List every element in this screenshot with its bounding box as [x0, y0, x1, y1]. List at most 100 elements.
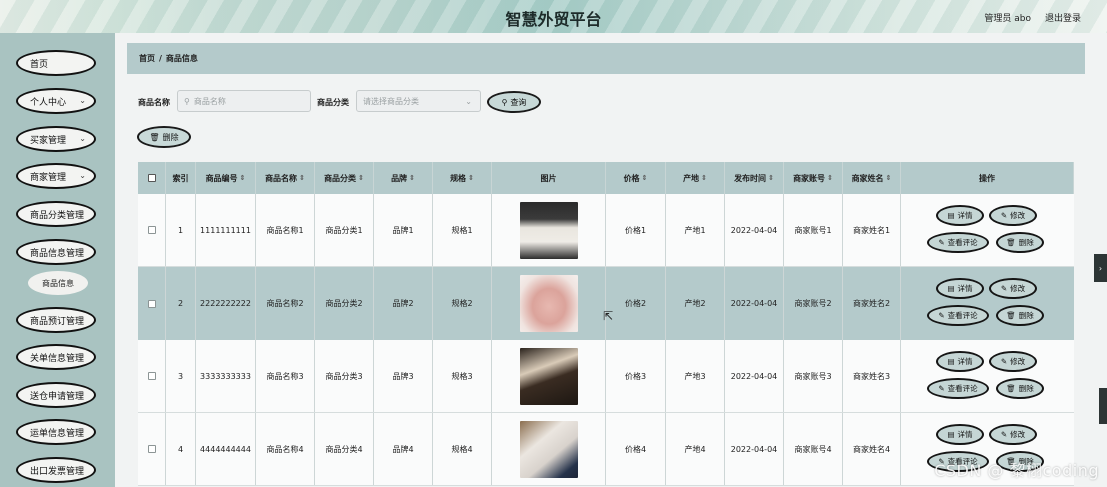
sort-icon[interactable]: ⇕	[701, 174, 707, 182]
row-checkbox[interactable]	[147, 445, 156, 453]
column-header[interactable]: 发布时间 ⇕	[725, 162, 784, 194]
sidebar-item-label: 送仓申请管理	[30, 391, 85, 402]
detail-button[interactable]: ▤ 详情	[936, 351, 984, 372]
column-header[interactable]: 产地 ⇕	[666, 162, 725, 194]
sidebar-item-personal-center[interactable]: 个人中心 ⌄	[16, 88, 96, 114]
column-header-label: 索引	[172, 173, 189, 183]
product-image[interactable]	[519, 347, 578, 405]
column-header[interactable]: 商品分类 ⇕	[315, 162, 374, 194]
delete-button[interactable]: 🗑 删除	[996, 305, 1044, 326]
action-label: 删除	[1018, 238, 1034, 247]
logout-link[interactable]: 退出登录	[1045, 11, 1081, 24]
row-checkbox[interactable]	[147, 226, 156, 234]
edit-button[interactable]: ✎ 修改	[989, 424, 1037, 445]
sidebar-item-category[interactable]: 商品分类管理	[16, 201, 96, 227]
cell-price: 价格1	[606, 194, 666, 266]
cell-brand: 品牌3	[374, 340, 433, 412]
product-image[interactable]	[519, 201, 578, 259]
breadcrumb-current: 商品信息	[165, 54, 198, 63]
delete-button[interactable]: 🗑 删除	[996, 232, 1044, 253]
detail-button[interactable]: ▤ 详情	[936, 424, 984, 445]
trash-icon: 🗑	[149, 132, 160, 142]
sidebar-item-label: 商家管理	[30, 172, 67, 183]
sort-icon[interactable]: ⇕	[240, 174, 246, 182]
cell-index: 4	[166, 413, 196, 485]
sidebar-item-buyer[interactable]: 买家管理 ⌄	[16, 126, 96, 152]
trash-icon: 🗑	[1006, 384, 1016, 393]
view-reviews-button[interactable]: ✎ 查看评论	[927, 305, 989, 326]
row-checkbox-cell	[138, 340, 166, 412]
product-name-input[interactable]: ⚲ 商品名称	[177, 90, 311, 112]
sidebar-item-warehouse[interactable]: 送仓申请管理	[16, 382, 96, 408]
cell-brand: 品牌4	[374, 413, 433, 485]
edit-button[interactable]: ✎ 修改	[989, 351, 1037, 372]
sort-icon[interactable]: ⇕	[827, 174, 833, 182]
cell-index: 3	[166, 340, 196, 412]
category-select[interactable]: 请选择商品分类 ⌄	[356, 90, 481, 112]
sort-icon[interactable]: ⇕	[768, 174, 774, 182]
column-header[interactable]: 商品编号 ⇕	[196, 162, 256, 194]
sidebar-item-booking[interactable]: 商品预订管理	[16, 307, 96, 333]
sidebar-item-invoice[interactable]: 出口发票管理	[16, 457, 96, 483]
action-group: ▤ 详情 ✎ 修改 ✎ 查看评论 🗑 删除	[901, 340, 1074, 412]
column-header[interactable]: 商家账号 ⇕	[784, 162, 843, 194]
sidebar-subitem-product[interactable]: 商品信息	[28, 271, 88, 295]
action-label: 查看评论	[947, 384, 978, 393]
detail-icon: ▤	[947, 284, 955, 293]
column-header[interactable]: 操作	[901, 162, 1074, 194]
side-expand-tab[interactable]: ›	[1094, 254, 1107, 282]
mouse-cursor: ⇱	[603, 309, 614, 323]
column-header[interactable]: 品牌 ⇕	[374, 162, 433, 194]
cell-spec: 规格3	[433, 340, 492, 412]
sort-icon[interactable]: ⇕	[299, 174, 305, 182]
chevron-down-icon: ⌄	[79, 96, 86, 105]
column-header-label: 品牌	[391, 173, 408, 183]
product-image[interactable]	[519, 420, 578, 478]
view-reviews-button[interactable]: ✎ 查看评论	[927, 232, 989, 253]
column-header[interactable]: 商品名称 ⇕	[256, 162, 315, 194]
sidebar-item-waybill[interactable]: 运单信息管理	[16, 419, 96, 445]
sidebar-item-customs[interactable]: 关单信息管理	[16, 344, 96, 370]
breadcrumb-home[interactable]: 首页	[139, 53, 155, 64]
sort-icon[interactable]: ⇕	[358, 174, 364, 182]
sidebar-item-product-info[interactable]: 商品信息管理	[16, 239, 96, 265]
column-header-label: 价格	[623, 173, 640, 183]
sort-icon[interactable]: ⇕	[886, 174, 892, 182]
edit-button[interactable]: ✎ 修改	[989, 205, 1037, 226]
delete-button[interactable]: 🗑 删除	[996, 378, 1044, 399]
detail-button[interactable]: ▤ 详情	[936, 205, 984, 226]
sort-icon[interactable]: ⇕	[409, 174, 415, 182]
cell-index: 1	[166, 194, 196, 266]
view-reviews-button[interactable]: ✎ 查看评论	[927, 378, 989, 399]
table-header-row: 索引 商品编号 ⇕ 商品名称 ⇕ 商品分类 ⇕ 品牌 ⇕ 规格 ⇕ 图片 价格 ⇕ 产地 ⇕ 发布时间 ⇕ 商家账号…	[138, 162, 1074, 194]
sort-icon[interactable]: ⇕	[468, 174, 474, 182]
column-header[interactable]: 价格 ⇕	[606, 162, 666, 194]
batch-delete-button[interactable]: 🗑 删除	[137, 126, 191, 148]
column-header-label: 商家姓名	[851, 173, 884, 183]
sidebar-item-home[interactable]: 首页	[16, 50, 96, 76]
column-header[interactable]: 规格 ⇕	[433, 162, 492, 194]
product-image[interactable]	[519, 275, 578, 332]
table-row: 2 2222222222 商品名称2 商品分类2 品牌2 规格2 价格2 产地2 2022-04…	[138, 267, 1074, 340]
select-placeholder: 请选择商品分类	[363, 96, 419, 106]
cell-image	[492, 340, 606, 412]
column-header[interactable]: 图片	[492, 162, 606, 194]
column-header[interactable]: 商家姓名 ⇕	[843, 162, 901, 194]
select-all-checkbox[interactable]	[147, 174, 156, 182]
detail-button[interactable]: ▤ 详情	[936, 278, 984, 299]
sidebar-item-label: 商品预订管理	[30, 316, 85, 327]
cell-date: 2022-04-04	[725, 340, 784, 412]
cell-date: 2022-04-04	[725, 194, 784, 266]
query-button[interactable]: ⚲ 查询	[487, 91, 541, 113]
cell-category: 商品分类1	[315, 194, 374, 266]
side-tab-2[interactable]	[1099, 388, 1107, 424]
column-header[interactable]: 索引	[166, 162, 196, 194]
sort-icon[interactable]: ⇕	[642, 174, 648, 182]
edit-button[interactable]: ✎ 修改	[989, 278, 1037, 299]
row-checkbox[interactable]	[147, 372, 156, 380]
row-checkbox[interactable]	[147, 299, 156, 308]
sidebar-item-merchant[interactable]: 商家管理 ⌄	[16, 163, 96, 189]
user-label[interactable]: 管理员 abo	[984, 11, 1031, 24]
cell-code: 2222222222	[196, 267, 256, 340]
cell-date: 2022-04-04	[725, 267, 784, 340]
